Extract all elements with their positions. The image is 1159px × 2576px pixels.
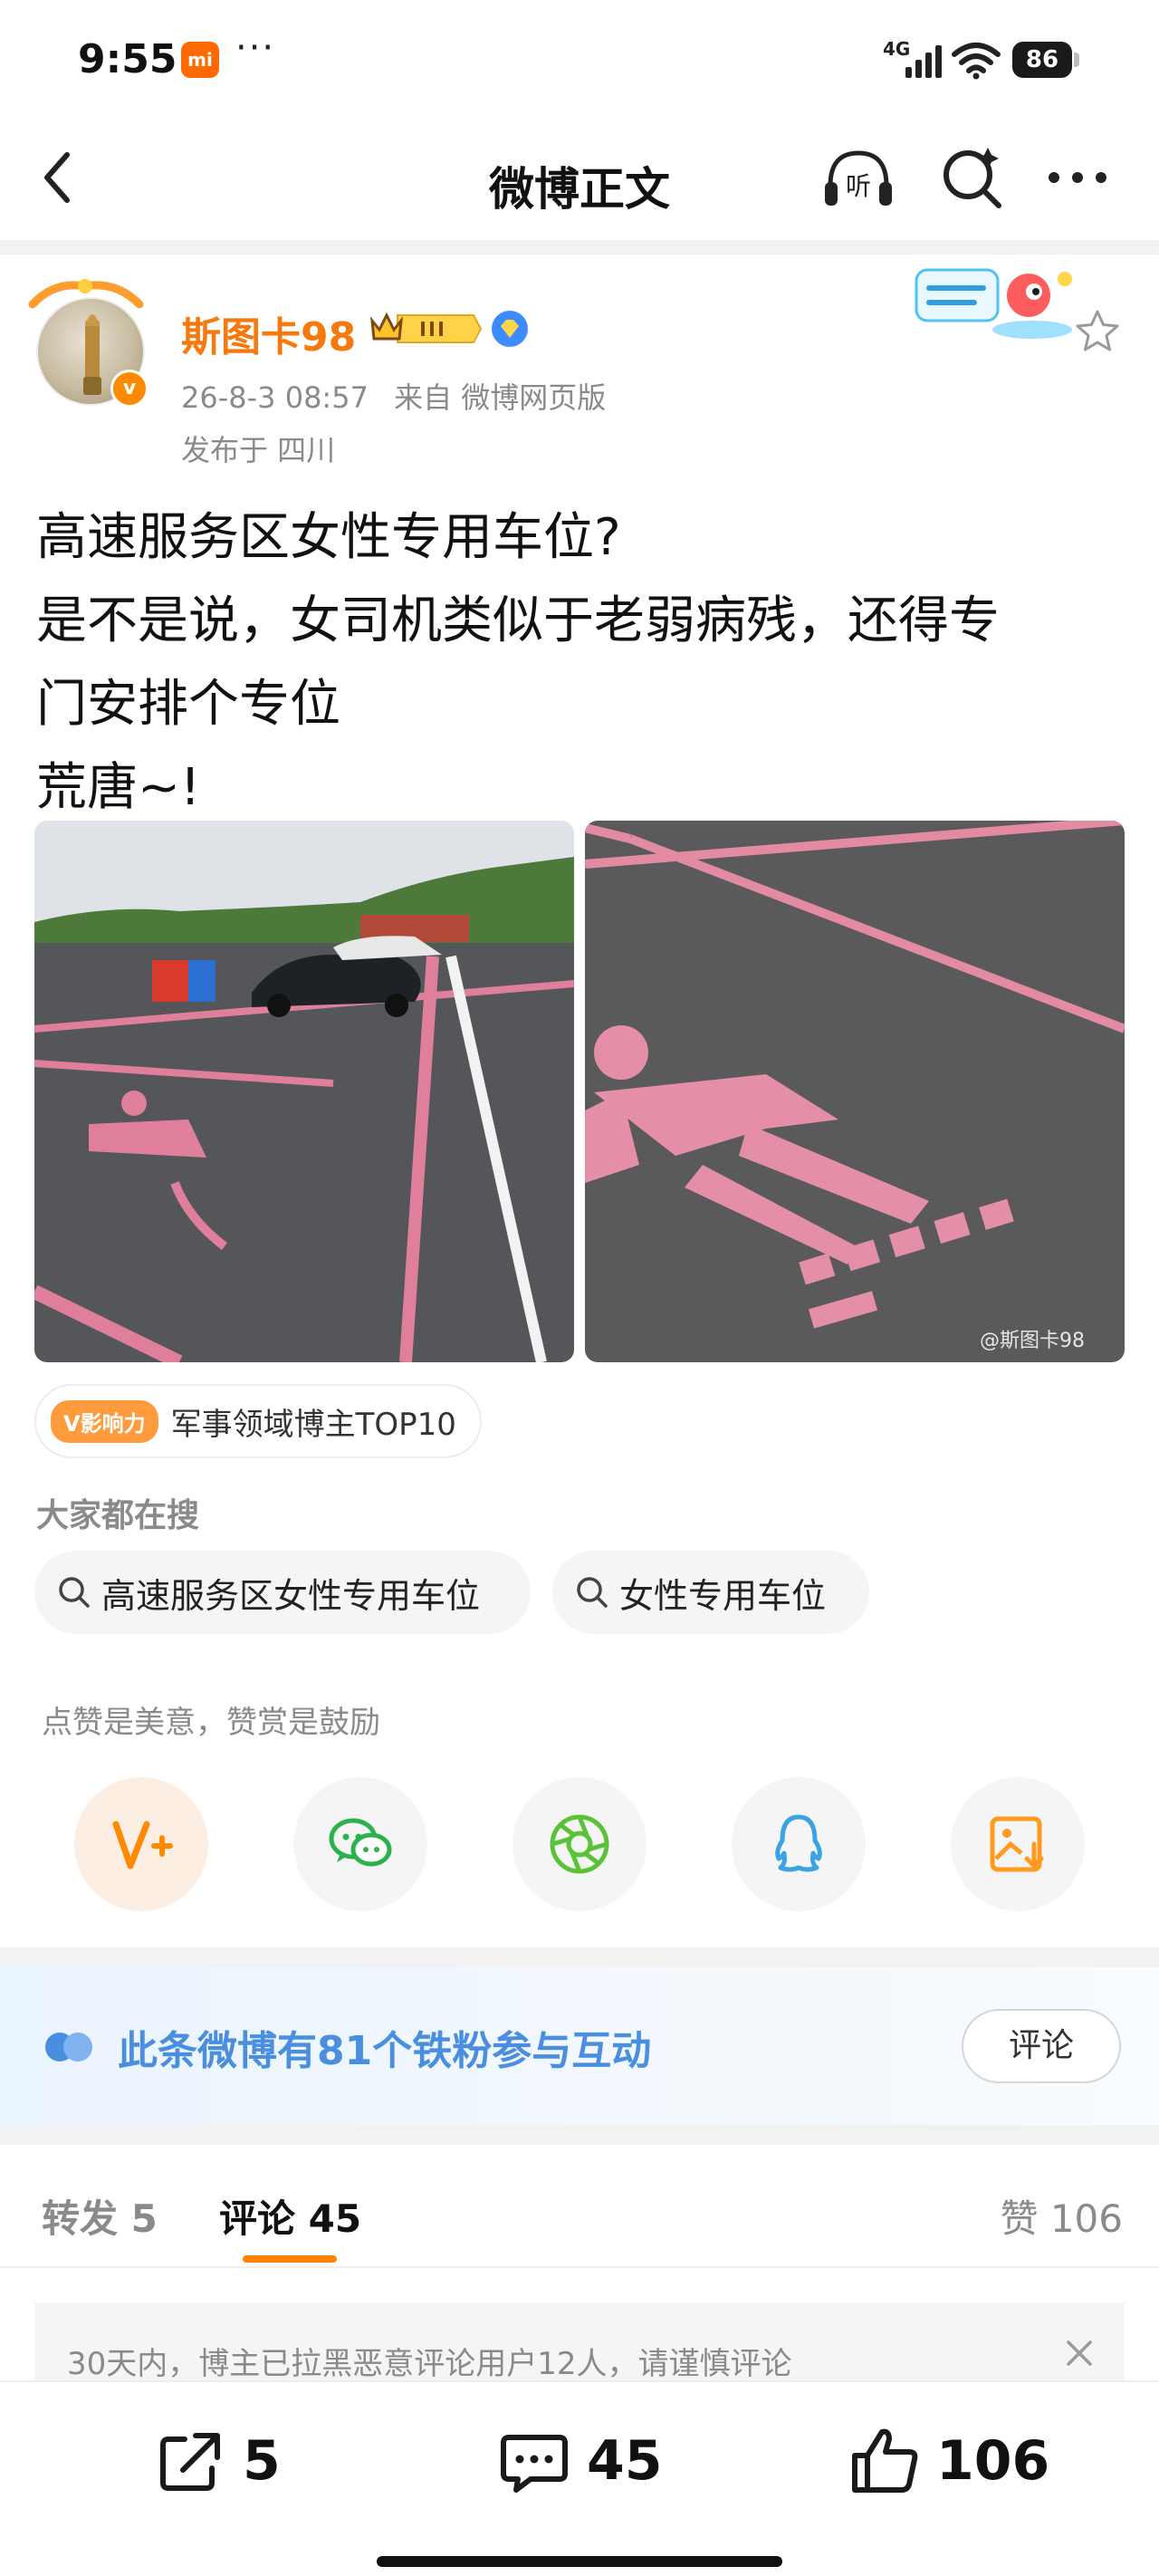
influence-badge[interactable]: V影响力 军事领域博主TOP10 — [34, 1384, 482, 1458]
member-diamond-icon — [492, 311, 528, 347]
signal-icon — [905, 45, 942, 78]
wifi-icon — [952, 43, 1001, 80]
status-time: 9:55 — [78, 36, 177, 82]
search-icon — [577, 1577, 608, 1608]
search-chip[interactable]: 高速服务区女性专用车位 — [34, 1551, 531, 1634]
mi-icon: mi — [181, 42, 219, 78]
parking-lot-photo — [34, 821, 574, 1362]
avatar-frame-tag-icon — [28, 279, 144, 309]
like-count: 106 — [936, 2429, 1050, 2493]
post-text-line: 荒唐~! — [36, 758, 201, 817]
bottom-action-bar: 5 45 106 — [0, 2380, 1159, 2576]
search-chip-label: 女性专用车位 — [619, 1575, 827, 1616]
post-meta: 26-8-3 08:57 来自 微博网页版 — [181, 375, 606, 417]
tab-comment[interactable]: 评论 45 — [219, 2188, 361, 2244]
save-image-icon — [990, 1816, 1044, 1872]
share-moments-button[interactable] — [512, 1777, 647, 1911]
moments-aperture-icon — [550, 1814, 609, 1874]
comment-bubble-icon — [501, 2435, 568, 2493]
crown-rank-icon — [370, 312, 483, 343]
like-button[interactable]: 106 — [846, 2420, 1049, 2502]
comment-button[interactable]: 45 — [496, 2420, 663, 2502]
search-chip[interactable]: 女性专用车位 — [552, 1551, 869, 1634]
influence-text: 军事领域博主TOP10 — [170, 1406, 456, 1443]
favorite-star-icon[interactable] — [1072, 306, 1123, 357]
notice-text: 30天内，博主已拉黑恶意评论用户12人，请谨慎评论 — [67, 2346, 792, 2382]
more-icon[interactable] — [1041, 142, 1114, 213]
section-divider — [0, 1947, 1159, 1967]
post-body: 高速服务区女性专用车位? 是不是说，女司机类似于老弱病残，还得专 门安排个专位 … — [36, 496, 1123, 830]
comment-count: 45 — [587, 2429, 663, 2493]
save-image-button[interactable] — [951, 1777, 1085, 1911]
share-out-icon — [160, 2433, 220, 2491]
fans-interaction-banner: 此条微博有81个铁粉参与互动 评论 — [0, 1967, 1159, 2125]
author-name[interactable]: 斯图卡98 — [181, 304, 356, 362]
wechat-icon — [329, 1818, 392, 1867]
section-divider — [0, 240, 1159, 255]
qq-penguin-icon — [775, 1814, 822, 1872]
battery-tip — [1074, 53, 1079, 67]
post-text-line: 门安排个专位 — [36, 675, 340, 734]
section-divider — [0, 2125, 1159, 2145]
trending-search-heading: 大家都在搜 — [36, 1497, 200, 1534]
fans-bubble-icon — [45, 2033, 92, 2062]
search-icon — [59, 1577, 90, 1608]
status-more-dots: ··· — [235, 27, 276, 69]
post-image-parking-lot[interactable] — [34, 821, 574, 1362]
repost-count: 5 — [243, 2429, 281, 2493]
reward-motto: 点赞是美意，赞赏是鼓励 — [42, 1705, 380, 1741]
fans-banner-text: 此条微博有81个铁粉参与互动 — [118, 2028, 652, 2074]
post-image-women-only-marking[interactable]: @斯图卡98 — [585, 821, 1125, 1362]
v-plus-reward-icon — [112, 1821, 173, 1870]
post-date: 26-8-3 08:57 — [181, 380, 369, 415]
verified-v-icon: v — [110, 370, 148, 408]
image-watermark: @斯图卡98 — [980, 1330, 1085, 1352]
tab-repost[interactable]: 转发 5 — [42, 2188, 158, 2244]
thumbs-up-icon — [852, 2428, 918, 2493]
event-mascot-icon[interactable] — [915, 263, 1078, 344]
post-text-line: 是不是说，女司机类似于老弱病残，还得专 — [36, 591, 1000, 650]
listen-icon[interactable]: 听 — [819, 140, 897, 218]
reward-button[interactable] — [74, 1777, 208, 1911]
banner-comment-button[interactable]: 评论 — [962, 2009, 1121, 2083]
tab-like[interactable]: 赞 106 — [1000, 2188, 1123, 2244]
status-bar: 9:55 mi ··· 4G 86 — [0, 0, 1159, 122]
battery-indicator: 86 — [1012, 42, 1072, 78]
post-location: 发布于 四川 — [181, 433, 336, 467]
interaction-tabs: 转发 5 评论 45 赞 106 — [0, 2145, 1159, 2268]
post-source: 来自 微博网页版 — [394, 380, 607, 415]
post-text-line: 高速服务区女性专用车位? — [36, 508, 621, 567]
svg-text:听: 听 — [846, 171, 871, 201]
home-indicator — [377, 2556, 782, 2567]
women-parking-marking-photo — [585, 821, 1125, 1362]
share-qq-button[interactable] — [732, 1777, 866, 1911]
repost-button[interactable]: 5 — [152, 2420, 281, 2502]
share-wechat-button[interactable] — [293, 1777, 427, 1911]
search-icon[interactable] — [937, 142, 1008, 213]
active-tab-indicator — [243, 2255, 337, 2263]
search-chip-label: 高速服务区女性专用车位 — [101, 1575, 481, 1616]
close-icon[interactable] — [1061, 2335, 1097, 2371]
influence-tag: V影响力 — [51, 1399, 158, 1443]
nav-bar: 微博正文 听 — [0, 122, 1159, 240]
